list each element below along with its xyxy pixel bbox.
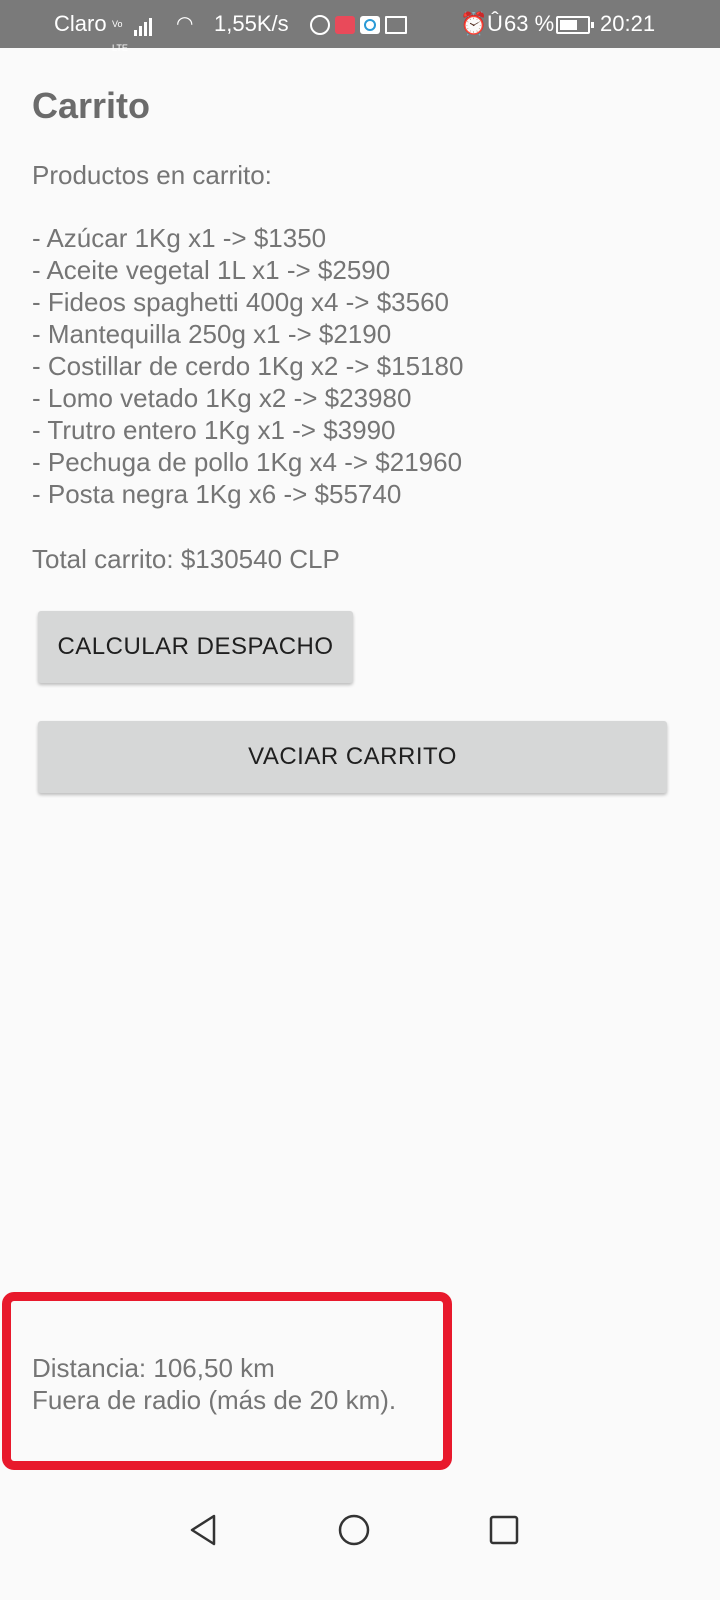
- bluetooth-icon: Û: [487, 11, 503, 36]
- list-item: - Posta negra 1Kg x6 -> $55740: [32, 479, 402, 509]
- cart-items-list: - Azúcar 1Kg x1 -> $1350 - Aceite vegeta…: [32, 222, 463, 510]
- wifi-icon: ◠: [176, 13, 194, 35]
- mail-icon: [385, 16, 407, 35]
- clock: 20:21: [600, 11, 656, 36]
- list-item: - Trutro entero 1Kg x1 -> $3990: [32, 415, 396, 445]
- battery-percent: 63 %: [504, 11, 555, 36]
- empty-cart-button[interactable]: VACIAR CARRITO: [38, 721, 667, 793]
- shopping-bag-icon: [335, 16, 355, 35]
- page-title: Carrito: [32, 85, 151, 126]
- navigation-bar: [0, 1490, 720, 1600]
- battery-icon: [556, 16, 594, 34]
- signal-icon: [134, 12, 154, 36]
- notification-icons: [310, 12, 412, 36]
- status-bar: Claro Vo LTE ◠ 1,55K/s ⏰ Û 63 % 20:21: [0, 0, 720, 53]
- cart-subtitle: Productos en carrito:: [32, 160, 272, 190]
- list-item: - Azúcar 1Kg x1 -> $1350: [32, 223, 327, 253]
- carrier-label: Claro: [54, 11, 107, 36]
- recent-apps-icon[interactable]: [486, 1512, 522, 1548]
- cart-total: Total carrito: $130540 CLP: [32, 544, 340, 574]
- volte-badge: Vo LTE: [112, 19, 128, 53]
- q-app-icon: [360, 16, 380, 35]
- list-item: - Fideos spaghetti 400g x4 -> $3560: [32, 287, 450, 317]
- calculate-shipping-button[interactable]: CALCULAR DESPACHO: [38, 611, 353, 683]
- back-icon[interactable]: [186, 1512, 222, 1548]
- list-item: - Costillar de cerdo 1Kg x2 -> $15180: [32, 351, 464, 381]
- list-item: - Pechuga de pollo 1Kg x4 -> $21960: [32, 447, 463, 477]
- list-item: - Aceite vegetal 1L x1 -> $2590: [32, 255, 391, 285]
- shipping-result: Distancia: 106,50 km Fuera de radio (más…: [32, 1352, 396, 1416]
- radius-status: Fuera de radio (más de 20 km).: [32, 1385, 397, 1415]
- home-icon[interactable]: [336, 1512, 372, 1548]
- network-speed: 1,55K/s: [214, 11, 289, 36]
- alarm-icon: ⏰: [460, 11, 488, 36]
- list-item: - Mantequilla 250g x1 -> $2190: [32, 319, 392, 349]
- list-item: - Lomo vetado 1Kg x2 -> $23980: [32, 383, 412, 413]
- distance-label: Distancia: 106,50 km: [32, 1353, 275, 1383]
- whatsapp-icon: [310, 15, 330, 36]
